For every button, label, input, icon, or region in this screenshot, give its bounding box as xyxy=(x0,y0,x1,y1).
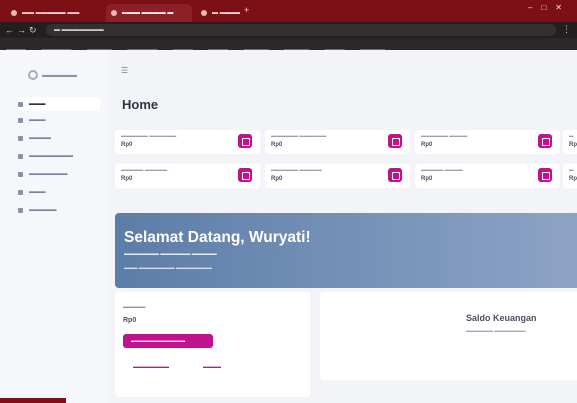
stat-card: ▬▬▬▬▬ ▬▬▬▬ Rp0 xyxy=(415,164,560,188)
tab-title: ▬ ▬▬▬▬▬ xyxy=(212,10,240,16)
menu-icon xyxy=(18,135,23,141)
stat-card-value: Rp0 xyxy=(121,142,133,148)
stat-card-icon-button[interactable] xyxy=(238,134,252,148)
stat-card: ▬ Rp xyxy=(563,164,577,188)
tab-title: ▬▬ ▬▬▬▬▬ ▬▬ xyxy=(22,10,80,16)
balance-link[interactable]: ▬▬▬▬▬▬▬▬ xyxy=(133,364,169,369)
sidebar-item-label: ▬▬▬▬▬ xyxy=(29,207,57,213)
sidebar-item[interactable]: ▬▬▬▬▬ xyxy=(18,203,100,217)
stat-card-label: ▬▬▬▬▬▬ ▬▬▬▬▬▬ xyxy=(271,133,327,138)
tab-favicon-icon xyxy=(111,10,117,16)
stat-card: ▬▬▬▬▬▬ ▬▬▬▬▬▬ Rp0 xyxy=(265,130,410,154)
stat-card-label: ▬ xyxy=(569,133,574,138)
stat-card-label: ▬ xyxy=(569,167,574,172)
sidebar-item-label: ▬▬▬ xyxy=(29,101,46,107)
finance-summary-title: Saldo Keuangan xyxy=(466,313,537,323)
stat-card-icon-button[interactable] xyxy=(538,134,552,148)
home-icon xyxy=(18,101,23,107)
menu-icon xyxy=(18,171,23,177)
stat-card-icon-button[interactable] xyxy=(238,168,252,182)
address-text: ▬ ▬▬▬▬▬▬▬ xyxy=(54,27,104,33)
stat-card-label: ▬▬▬▬▬▬ ▬▬▬▬▬▬ xyxy=(121,133,177,138)
sidebar-item-label: ▬▬▬ xyxy=(29,189,46,195)
main-content: ☰ Home ▬▬▬▬▬▬ ▬▬▬▬▬▬ Rp0 ▬▬▬▬▬▬ ▬▬▬▬▬▬ R… xyxy=(108,50,577,403)
browser-tab-strip: ▬▬ ▬▬▬▬▬ ▬▬ ▬▬▬ ▬▬▬▬ ▬ ▬ ▬▬▬▬▬ + –□✕ xyxy=(0,0,577,22)
stat-card-icon-button[interactable] xyxy=(538,168,552,182)
welcome-title: Selamat Datang, Wuryati! xyxy=(124,229,311,246)
stat-card-value: Rp0 xyxy=(271,176,283,182)
balance-card: ▬▬▬▬▬ Rp0 ▬▬▬▬▬▬▬▬▬▬▬▬ ▬▬▬▬▬▬▬▬ ▬▬▬▬ xyxy=(115,292,310,397)
stat-card: ▬▬▬▬▬▬ ▬▬▬▬▬▬ Rp0 xyxy=(115,130,260,154)
browser-tab-active[interactable]: ▬▬▬ ▬▬▬▬ ▬ xyxy=(106,4,192,22)
stat-card-label: ▬▬▬▬▬▬ ▬▬▬▬ xyxy=(421,133,468,138)
finance-summary-subtitle: ▬▬▬▬▬▬ ▬▬▬▬▬▬▬ xyxy=(466,328,526,333)
browser-tab[interactable]: ▬▬ ▬▬▬▬▬ ▬▬ xyxy=(6,4,102,22)
balance-label: ▬▬▬▬▬ xyxy=(123,304,146,309)
sidebar-item[interactable]: ▬▬▬ xyxy=(18,113,100,127)
stat-card-value: Rp0 xyxy=(421,142,433,148)
browser-toolbar: ← → ↻ ▬ ▬▬▬▬▬▬▬ ⋮ xyxy=(0,22,577,38)
new-tab-button[interactable]: + xyxy=(244,5,249,15)
sidebar-item-label: ▬▬▬▬ xyxy=(29,135,51,141)
sidebar-item-home[interactable]: ▬▬▬ xyxy=(18,97,100,111)
menu-icon xyxy=(18,189,23,195)
app-logo[interactable]: ▬▬▬▬▬ xyxy=(28,70,77,80)
stat-card: ▬ Rp xyxy=(563,130,577,154)
menu-icon xyxy=(18,153,23,159)
stat-card-label: ▬▬▬▬▬ ▬▬▬▬ xyxy=(421,167,463,172)
window-controls[interactable]: –□✕ xyxy=(528,3,571,12)
stat-card-value: Rp0 xyxy=(271,142,283,148)
balance-value: Rp0 xyxy=(123,317,137,324)
sidebar-item-label: ▬▬▬▬▬▬▬▬ xyxy=(29,153,73,159)
stat-card-value: Rp0 xyxy=(421,176,433,182)
balance-link[interactable]: ▬▬▬▬ xyxy=(203,364,221,369)
finance-summary-card: Saldo Keuangan ▬▬▬▬▬▬ ▬▬▬▬▬▬▬ xyxy=(320,292,577,380)
sidebar-item[interactable]: ▬▬▬ xyxy=(18,185,100,199)
welcome-subtitle: ▬▬▬▬▬▬▬ ▬▬▬▬▬▬ ▬▬▬▬▬ xyxy=(124,251,217,257)
stat-card-icon-button[interactable] xyxy=(388,168,402,182)
forward-icon[interactable]: → xyxy=(17,25,26,35)
bookmarks-bar: ▬▬▬▬ ▬▬▬▬▬▬ ▬▬▬▬▬ ▬▬▬▬▬▬ ▬▬▬▬ ▬▬▬▬ ▬▬▬▬▬… xyxy=(0,38,577,50)
address-bar[interactable]: ▬ ▬▬▬▬▬▬▬ xyxy=(46,24,556,36)
browser-tab[interactable]: ▬ ▬▬▬▬▬ xyxy=(196,4,240,22)
logo-text: ▬▬▬▬▬ xyxy=(42,71,77,79)
sidebar: ▬▬▬▬▬ ▬▬▬ ▬▬▬ ▬▬▬▬ ▬▬▬▬▬▬▬▬ ▬▬▬▬▬▬▬ ▬▬▬ … xyxy=(0,50,108,403)
stat-card-icon-button[interactable] xyxy=(388,134,402,148)
browser-menu-icon[interactable]: ⋮ xyxy=(562,24,571,35)
stat-card: ▬▬▬▬▬▬ ▬▬▬▬▬ Rp0 xyxy=(265,164,410,188)
menu-icon xyxy=(18,207,23,213)
stat-card-value: Rp0 xyxy=(121,176,133,182)
taskbar-strip xyxy=(0,398,66,403)
stat-card-label: ▬▬▬▬▬ ▬▬▬▬▬ xyxy=(121,167,168,172)
stat-card: ▬▬▬▬▬ ▬▬▬▬▬ Rp0 xyxy=(115,164,260,188)
sidebar-item-label: ▬▬▬ xyxy=(29,117,46,123)
back-icon[interactable]: ← xyxy=(5,25,14,35)
welcome-meta: ▬▬▬ ▬▬▬▬▬▬▬▬ ▬▬▬▬▬▬▬▬ xyxy=(124,265,213,270)
sidebar-item-label: ▬▬▬▬▬▬▬ xyxy=(29,171,68,177)
stat-card-value: Rp xyxy=(569,142,577,148)
logo-icon xyxy=(28,70,38,80)
sidebar-item[interactable]: ▬▬▬▬▬▬▬▬ xyxy=(18,149,100,163)
stat-card: ▬▬▬▬▬▬ ▬▬▬▬ Rp0 xyxy=(415,130,560,154)
tab-favicon-icon xyxy=(11,10,17,16)
sidebar-item[interactable]: ▬▬▬▬▬▬▬ xyxy=(18,167,100,181)
balance-action-button[interactable]: ▬▬▬▬▬▬▬▬▬▬▬▬ xyxy=(123,334,213,348)
stat-card-label: ▬▬▬▬▬▬ ▬▬▬▬▬ xyxy=(271,167,322,172)
reload-icon[interactable]: ↻ xyxy=(29,25,37,36)
page-title: Home xyxy=(122,97,159,112)
sidebar-item[interactable]: ▬▬▬▬ xyxy=(18,131,100,145)
menu-icon xyxy=(18,117,23,123)
stat-card-value: Rp xyxy=(569,176,577,182)
hamburger-menu-icon[interactable]: ☰ xyxy=(121,66,128,75)
welcome-banner: Selamat Datang, Wuryati! ▬▬▬▬▬▬▬ ▬▬▬▬▬▬ … xyxy=(115,213,577,288)
tab-favicon-icon xyxy=(201,10,207,16)
tab-title: ▬▬▬ ▬▬▬▬ ▬ xyxy=(122,10,174,16)
